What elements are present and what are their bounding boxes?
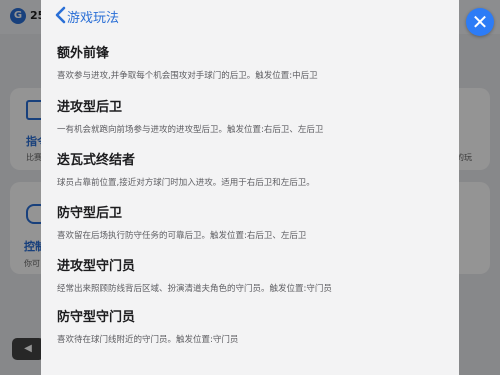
list-item: 额外前锋 喜欢参与进攻,并争取每个机会围攻对手球门的后卫。触发位置:中后卫	[57, 42, 447, 81]
close-button[interactable]: ✕	[466, 8, 494, 36]
page-title[interactable]: 游戏玩法	[67, 7, 119, 26]
item-desc: 球员占靠前位置,接近对方球门时加入进攻。适用于右后卫和左后卫。	[57, 178, 315, 188]
list-item: 防守型后卫 喜欢留在后场执行防守任务的可靠后卫。触发位置:右后卫、左后卫	[57, 202, 447, 241]
close-icon: ✕	[471, 10, 489, 34]
item-desc: 喜欢参与进攻,并争取每个机会围攻对手球门的后卫。触发位置:中后卫	[57, 71, 318, 81]
item-title: 额外前锋	[57, 46, 110, 61]
item-desc: 喜欢待在球门线附近的守门员。触发位置:守门员	[57, 335, 239, 345]
item-title: 迭瓦式终结者	[57, 153, 136, 168]
gameplay-panel: 游戏玩法 额外前锋 喜欢参与进攻,并争取每个机会围攻对手球门的后卫。触发位置:中…	[41, 0, 459, 375]
item-desc: 喜欢留在后场执行防守任务的可靠后卫。触发位置:右后卫、左后卫	[57, 231, 307, 241]
list-item: 进攻型守门员 经常出来照顾防线背后区域、扮演清道夫角色的守门员。触发位置:守门员	[57, 255, 447, 294]
list-item: 防守型守门员 喜欢待在球门线附近的守门员。触发位置:守门员	[57, 306, 447, 345]
list-item: 进攻型后卫 一有机会就跑向前场参与进攻的进攻型后卫。触发位置:右后卫、左后卫	[57, 96, 447, 135]
item-desc: 经常出来照顾防线背后区域、扮演清道夫角色的守门员。触发位置:守门员	[57, 284, 332, 294]
item-desc: 一有机会就跑向前场参与进攻的进攻型后卫。触发位置:右后卫、左后卫	[57, 125, 324, 135]
item-title: 进攻型守门员	[57, 259, 136, 274]
list-item: 迭瓦式终结者 球员占靠前位置,接近对方球门时加入进攻。适用于右后卫和左后卫。	[57, 149, 447, 188]
panel-header: 游戏玩法	[41, 0, 459, 32]
item-title: 防守型后卫	[57, 206, 123, 221]
item-title: 进攻型后卫	[57, 100, 123, 115]
item-title: 防守型守门员	[57, 310, 136, 325]
